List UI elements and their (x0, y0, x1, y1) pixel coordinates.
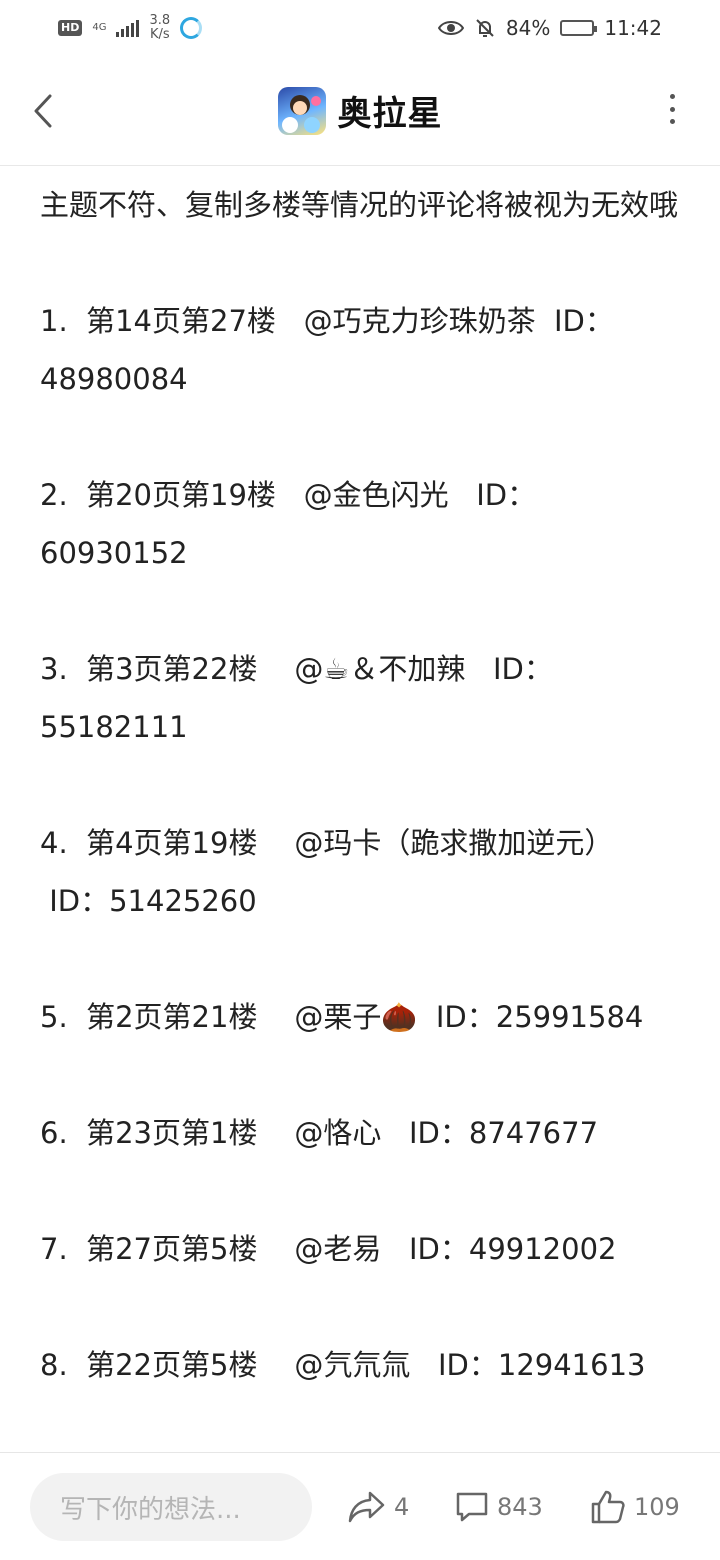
comment-input[interactable]: 写下你的想法... (30, 1473, 312, 1541)
post-intro: 主题不符、复制多楼等情况的评论将被视为无效哦 (40, 188, 679, 222)
list-item: 1. 第14页第27楼 @巧克力珍珠奶茶 ID： 48980084 (40, 292, 690, 408)
app-notification-icon (180, 17, 203, 39)
comments-button[interactable]: 843 (455, 1487, 543, 1527)
entry-line: 2. 第20页第19楼 @金色闪光 ID： (40, 478, 537, 512)
share-button[interactable]: 4 (348, 1487, 409, 1527)
list-item: 3. 第3页第22楼 @☕＆不加辣 ID： 55182111 (40, 640, 690, 756)
comment-count: 843 (497, 1493, 543, 1521)
list-item: 5. 第2页第21楼 @栗子🌰 ID：25991584 (40, 988, 690, 1046)
post-content: 主题不符、复制多楼等情况的评论将被视为无效哦 1. 第14页第27楼 @巧克力珍… (40, 166, 690, 1394)
entry-id: 55182111 (40, 710, 188, 744)
entry-line: 3. 第3页第22楼 @☕＆不加辣 ID： (40, 652, 553, 686)
entry-id: 60930152 (40, 536, 188, 570)
hd-icon: HD (58, 20, 83, 36)
status-right: 84% 11:42 (437, 16, 662, 40)
list-item: 7. 第27页第5楼 @老易 ID：49912002 (40, 1220, 690, 1278)
chevron-left-icon (34, 94, 52, 128)
comment-icon (456, 1492, 488, 1522)
entry-line: 1. 第14页第27楼 @巧克力珍珠奶茶 ID： (40, 304, 614, 338)
speed-unit: K/s (149, 27, 170, 42)
list-item: 4. 第4页第19楼 @玛卡（跪求撒加逆元） ID：51425260 (40, 814, 690, 930)
battery-icon (560, 20, 598, 36)
entry-line: 8. 第22页第5楼 @氕氘氚 ID：12941613 (40, 1348, 646, 1382)
battery-percent: 84% (505, 16, 551, 40)
bottom-action-bar: 写下你的想法... 4 843 109 (0, 1452, 720, 1560)
more-options-button[interactable] (662, 94, 682, 128)
network-label: 4G (92, 22, 107, 33)
like-button[interactable]: 109 (590, 1487, 680, 1527)
list-item: 6. 第23页第1楼 @恪心 ID：8747677 (40, 1104, 690, 1162)
entry-id: 48980084 (40, 362, 188, 396)
eye-icon (437, 21, 464, 35)
status-bar: HD 4G 3.8 K/s 84% 11:42 (0, 0, 720, 56)
comment-placeholder: 写下你的想法... (60, 1494, 241, 1525)
page-title: 奥拉星 (337, 94, 443, 134)
mute-bell-icon (476, 19, 494, 37)
app-header: 奥拉星 (0, 56, 720, 166)
game-icon (277, 86, 326, 135)
status-left: HD 4G 3.8 K/s (58, 14, 203, 42)
network-type: 4G (92, 23, 106, 33)
network-speed: 3.8 K/s (149, 14, 170, 42)
share-count: 4 (394, 1493, 410, 1521)
header-title-group: 奥拉星 (277, 86, 443, 135)
thumbs-up-icon (591, 1490, 625, 1524)
status-time: 11:42 (604, 16, 662, 40)
share-icon (348, 1491, 385, 1523)
back-button[interactable] (28, 86, 58, 136)
signal-icon (116, 19, 140, 37)
speed-value: 3.8 (149, 13, 171, 28)
entry-line: 6. 第23页第1楼 @恪心 ID：8747677 (40, 1116, 599, 1150)
entry-id: ID：51425260 (40, 884, 257, 918)
list-item: 8. 第22页第5楼 @氕氘氚 ID：12941613 (40, 1336, 690, 1394)
entry-line: 4. 第4页第19楼 @玛卡（跪求撒加逆元） (40, 826, 614, 860)
entry-line: 7. 第27页第5楼 @老易 ID：49912002 (40, 1232, 617, 1266)
like-count: 109 (634, 1493, 680, 1521)
list-item: 2. 第20页第19楼 @金色闪光 ID： 60930152 (40, 466, 690, 582)
vertical-ellipsis-icon (669, 94, 675, 124)
entry-line: 5. 第2页第21楼 @栗子🌰 ID：25991584 (40, 1000, 644, 1034)
